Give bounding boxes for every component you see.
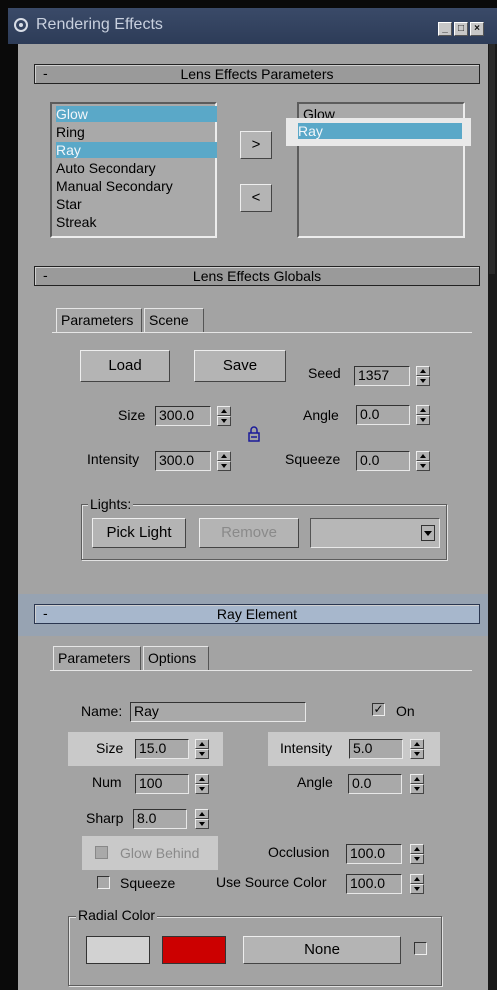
list-item[interactable]: Streak bbox=[56, 214, 96, 230]
rollout-header-lens-effects-parameters[interactable]: - Lens Effects Parameters bbox=[34, 64, 480, 84]
minimize-button[interactable]: _ bbox=[438, 22, 452, 36]
window-title: Rendering Effects bbox=[36, 16, 163, 33]
glow-behind-checkbox[interactable] bbox=[95, 846, 108, 859]
ray-angle-spinner[interactable] bbox=[410, 774, 424, 794]
radial-color-map-checkbox[interactable] bbox=[414, 942, 427, 955]
list-item[interactable]: Auto Secondary bbox=[56, 160, 156, 176]
remove-light-button[interactable]: Remove bbox=[199, 518, 299, 548]
sharp-spinner[interactable] bbox=[195, 809, 209, 829]
on-label: On bbox=[396, 703, 415, 719]
available-effects-list[interactable]: Glow Ring Ray Auto Secondary Manual Seco… bbox=[50, 102, 217, 238]
radial-color-swatch-2[interactable] bbox=[162, 936, 226, 964]
maximize-button[interactable]: □ bbox=[454, 22, 468, 36]
rollout-header-lens-effects-globals[interactable]: - Lens Effects Globals bbox=[34, 266, 480, 286]
pick-light-button[interactable]: Pick Light bbox=[92, 518, 186, 548]
radial-color-legend: Radial Color bbox=[76, 907, 158, 923]
ray-intensity-label: Intensity bbox=[280, 740, 333, 756]
tab-parameters[interactable]: Parameters bbox=[53, 646, 141, 670]
num-label: Num bbox=[92, 774, 122, 790]
tab-divider bbox=[52, 332, 472, 333]
squeeze-field[interactable]: 0.0 bbox=[356, 451, 410, 471]
save-button[interactable]: Save bbox=[194, 350, 286, 382]
squeeze-spinner[interactable] bbox=[416, 451, 430, 471]
use-source-color-field[interactable]: 100.0 bbox=[346, 874, 402, 894]
use-source-color-spinner[interactable] bbox=[410, 874, 424, 894]
occlusion-label: Occlusion bbox=[268, 844, 330, 860]
remove-effect-button[interactable]: < bbox=[240, 184, 272, 212]
seed-spinner[interactable] bbox=[416, 366, 430, 386]
ray-size-spinner[interactable] bbox=[195, 739, 209, 759]
tab-options[interactable]: Options bbox=[143, 646, 209, 670]
lights-dropdown[interactable] bbox=[310, 518, 440, 548]
name-label: Name: bbox=[81, 703, 123, 719]
tab-scene[interactable]: Scene bbox=[144, 308, 204, 332]
rollout-title: Lens Effects Globals bbox=[192, 268, 322, 284]
tab-parameters[interactable]: Parameters bbox=[56, 308, 142, 332]
sharp-label: Sharp bbox=[86, 810, 124, 826]
sharp-field[interactable]: 8.0 bbox=[133, 809, 187, 829]
seed-label: Seed bbox=[308, 365, 341, 381]
list-item[interactable]: Ring bbox=[56, 124, 85, 140]
list-item[interactable]: Ray bbox=[56, 142, 217, 158]
on-checkbox[interactable]: ✓ bbox=[372, 703, 385, 716]
list-item[interactable]: Manual Secondary bbox=[56, 178, 173, 194]
ray-size-field[interactable]: 15.0 bbox=[135, 739, 189, 759]
ray-size-label: Size bbox=[96, 740, 124, 756]
list-item[interactable]: Ray bbox=[298, 123, 462, 139]
size-label: Size bbox=[118, 407, 146, 423]
radial-color-map-button[interactable]: None bbox=[243, 936, 401, 964]
occlusion-spinner[interactable] bbox=[410, 844, 424, 864]
glow-behind-label: Glow Behind bbox=[120, 845, 200, 861]
rollout-header-ray-element[interactable]: - Ray Element bbox=[34, 604, 480, 624]
list-item[interactable]: Star bbox=[56, 196, 82, 212]
ray-squeeze-label: Squeeze bbox=[120, 875, 176, 891]
close-button[interactable]: × bbox=[470, 22, 484, 36]
ray-intensity-field[interactable]: 5.0 bbox=[349, 739, 403, 759]
rollout-title: Ray Element bbox=[216, 606, 298, 622]
angle-label: Angle bbox=[303, 407, 339, 423]
intensity-field[interactable]: 300.0 bbox=[155, 451, 211, 471]
rollout-title: Lens Effects Parameters bbox=[180, 66, 334, 82]
size-field[interactable]: 300.0 bbox=[155, 406, 211, 426]
angle-field[interactable]: 0.0 bbox=[356, 405, 410, 425]
panel-scrollbar[interactable] bbox=[488, 44, 497, 990]
squeeze-checkbox[interactable] bbox=[97, 876, 110, 889]
angle-spinner[interactable] bbox=[416, 405, 430, 425]
use-source-color-label: Use Source Color bbox=[216, 874, 327, 890]
lights-legend: Lights: bbox=[88, 496, 134, 512]
title-bar: Rendering Effects _ □ × bbox=[8, 8, 497, 44]
ray-angle-field[interactable]: 0.0 bbox=[348, 774, 402, 794]
load-button[interactable]: Load bbox=[80, 350, 170, 382]
intensity-label: Intensity bbox=[87, 451, 140, 467]
name-field[interactable]: Ray bbox=[130, 702, 306, 722]
radial-color-swatch-1[interactable] bbox=[86, 936, 150, 964]
app-icon bbox=[14, 18, 28, 32]
scrollbar-thumb[interactable] bbox=[489, 44, 495, 274]
num-spinner[interactable] bbox=[195, 774, 209, 794]
intensity-spinner[interactable] bbox=[217, 451, 231, 471]
dropdown-arrow-icon[interactable] bbox=[421, 525, 435, 541]
ray-intensity-spinner[interactable] bbox=[410, 739, 424, 759]
add-effect-button[interactable]: > bbox=[240, 131, 272, 159]
tab-divider bbox=[50, 670, 472, 671]
ray-angle-label: Angle bbox=[297, 774, 333, 790]
occlusion-field[interactable]: 100.0 bbox=[346, 844, 402, 864]
seed-field[interactable]: 1357 bbox=[354, 366, 410, 386]
lock-icon[interactable] bbox=[247, 426, 261, 442]
squeeze-label: Squeeze bbox=[285, 451, 341, 467]
num-field[interactable]: 100 bbox=[135, 774, 189, 794]
size-spinner[interactable] bbox=[217, 406, 231, 426]
list-item[interactable]: Glow bbox=[56, 106, 217, 122]
